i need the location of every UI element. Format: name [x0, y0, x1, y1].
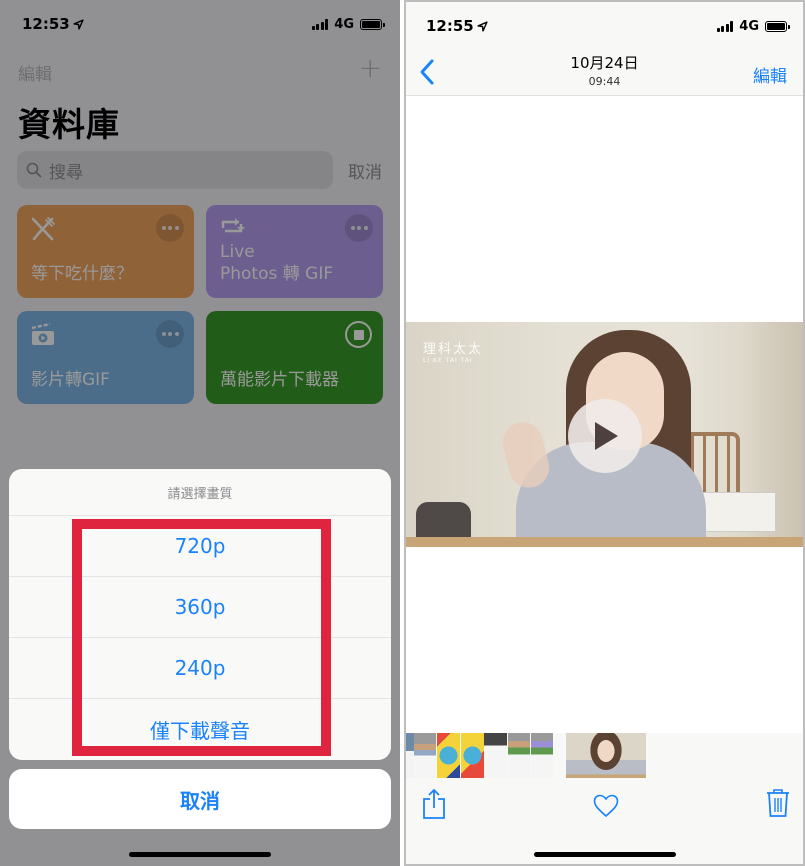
nav-title: 10月24日: [570, 54, 639, 72]
battery-icon: [765, 20, 790, 32]
cancel-button[interactable]: 取消: [9, 769, 391, 829]
video-watermark: 理科太太 LI KE TAI TAI: [423, 342, 484, 364]
nav-subtitle: 09:44: [588, 75, 621, 88]
signal-icon: [716, 20, 734, 32]
video-desk: [406, 537, 803, 547]
location-arrow-icon: [477, 20, 488, 32]
thumbnail[interactable]: [461, 733, 484, 778]
video-player[interactable]: 理科太太 LI KE TAI TAI: [406, 322, 803, 547]
thumbnail[interactable]: [406, 733, 414, 778]
play-button[interactable]: [568, 399, 642, 473]
edit-button[interactable]: 編輯: [753, 62, 787, 87]
video-papers: [698, 492, 776, 532]
network-type: 4G: [739, 18, 759, 34]
thumbnail[interactable]: [531, 733, 553, 778]
video-bag: [416, 502, 471, 542]
thumbnail[interactable]: [484, 733, 507, 778]
highlight-box: [72, 519, 331, 756]
play-icon: [595, 422, 618, 450]
photo-viewer-screen: 12:55 4G 10月24日 09:44 編輯 理科太太 LI KE TAI …: [404, 0, 805, 866]
thumbnail-selected[interactable]: [566, 733, 646, 778]
thumbnail[interactable]: [437, 733, 460, 778]
thumbnail[interactable]: [414, 733, 436, 778]
share-icon[interactable]: [422, 788, 446, 820]
home-indicator: [533, 852, 676, 857]
home-indicator: [129, 852, 271, 857]
action-sheet-title: 請選擇畫質: [9, 469, 391, 516]
status-bar: 12:55 4G: [426, 14, 790, 38]
shortcuts-app-screen: 12:53 4G 編輯 + 資料庫 搜尋 取消 等下吃什麼？ Live Phot…: [0, 0, 400, 866]
trash-icon[interactable]: [766, 788, 790, 818]
heart-icon[interactable]: [593, 794, 619, 818]
thumbnail-strip[interactable]: [406, 733, 803, 778]
thumbnail[interactable]: [508, 733, 530, 778]
status-time: 12:55: [426, 17, 474, 35]
